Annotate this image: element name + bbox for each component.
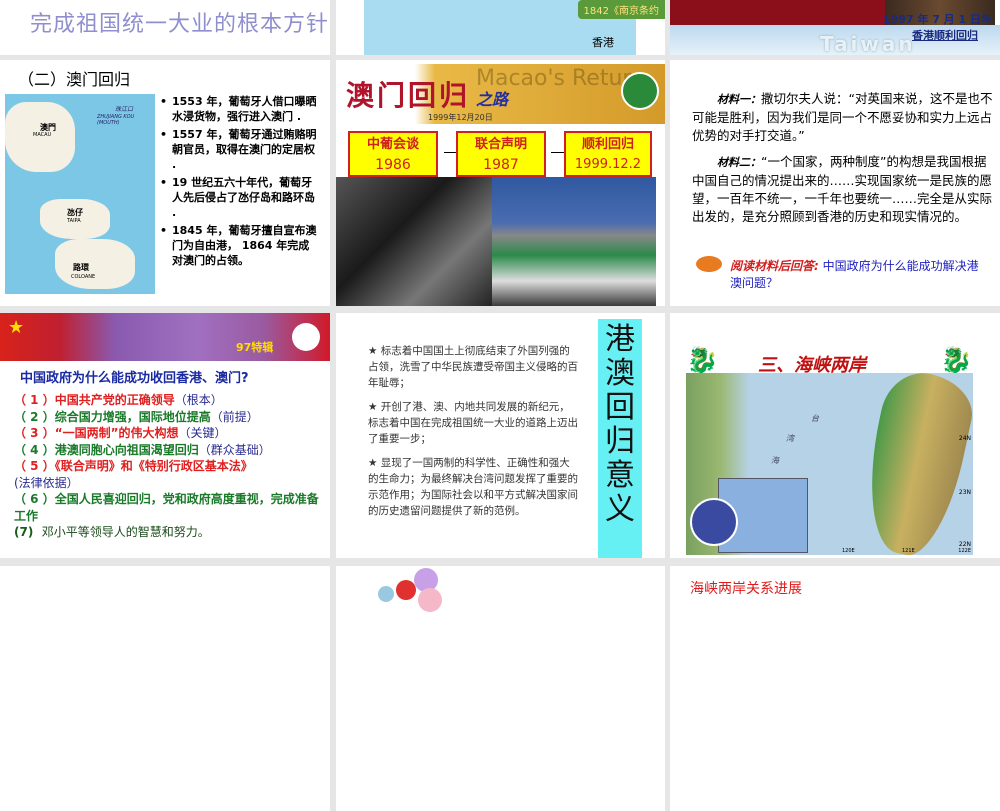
macau-emblem-icon [621, 72, 659, 110]
list-item: (7) 邓小平等领导人的智慧和努力。 [14, 525, 210, 539]
historic-photo [336, 177, 492, 306]
slide-thumbnail-4[interactable]: （二）澳门回归 澳門 MACAU 珠江口 ZHUJIANG KOU (MOUTH… [0, 60, 330, 306]
slide-thumbnail-2[interactable]: 香港 1842《南京条约 [336, 0, 665, 55]
bullet-item: 1845 年，葡萄牙擅自宣布澳门为自由港， 1864 年完成对澳门的占领。 [160, 223, 320, 268]
list-item: （ 3 ）“一国两制”的伟大构想（关键） [14, 426, 227, 440]
map-label: ZHUJIANG KOU (MOUTH) [97, 114, 135, 126]
slide-thumbnail-11[interactable] [336, 566, 665, 811]
list-item: （ 6 ）全国人民喜迎回归，党和政府高度重视，完成准备工作 [14, 492, 319, 523]
slide-thumbnail-7[interactable]: ★ 97特辑 中国政府为什么能成功收回香港、澳门? （ 1 ）中国共产党的正确领… [0, 313, 330, 558]
date-text: 1999年12月20日 [428, 113, 493, 122]
banner-image [670, 0, 885, 25]
question-text: 阅读材料后回答: 中国政府为什么能成功解决港澳问题？ [730, 259, 979, 290]
map-label: 珠江口 [115, 106, 134, 113]
slide-thumbnail-9[interactable]: 🐉 🐉 三、海峡两岸 台 湾 海 24N 23N 22N 120E 121E 1… [670, 313, 1000, 558]
slide-thumbnail-1[interactable]: 完成祖国统一大业的根本方针 [0, 0, 330, 55]
significance-point: ★ 标志着中国国土上彻底结束了外国列强的占领，洗雪了中华民族遭受帝国主义侵略的百… [368, 345, 578, 389]
timeline-step: 顺利回归 1999.12.2 [564, 131, 652, 177]
watermark-text: Taiwan [820, 32, 916, 55]
significance-text: ★ 标志着中国国土上彻底结束了外国列强的占领，洗雪了中华民族遭受帝国主义侵略的百… [368, 343, 578, 527]
bullet-item: 1553 年，葡萄牙人借口曝晒水浸货物，强行进入澳门 . [160, 94, 320, 124]
map-label: COLOANE [71, 274, 96, 280]
map-label: 路環 [73, 263, 89, 272]
banner-tag: 97特辑 [236, 341, 274, 354]
bauhinia-icon [292, 323, 320, 351]
taiwan-map: 台 湾 海 24N 23N 22N 120E 121E 122E [686, 365, 979, 558]
bullet-item: 19 世纪五六十年代，葡萄牙人先后侵占了氹仔岛和路环岛 . [160, 175, 320, 220]
slide-thumbnail-8[interactable]: ★ 标志着中国国土上彻底结束了外国列强的占领，洗雪了中华民族遭受帝国主义侵略的百… [336, 313, 665, 558]
slide-thumbnail-6[interactable]: 材料一：撒切尔夫人说：“对英国来说，这不是也不可能是胜利，因为我们是同一个不愿妥… [670, 60, 1000, 306]
caption-link[interactable]: 香港顺利回归 [912, 27, 978, 43]
date-text: 1997 年 7 月 1 日年 [882, 13, 992, 26]
banner-image: Macao's Return 澳门回归 之路 1999年12月20日 [336, 64, 665, 124]
vertical-title: 港澳回归意义 [605, 322, 635, 527]
materials-text: 材料一：撒切尔夫人说：“对英国来说，这不是也不可能是胜利，因为我们是同一个不愿妥… [692, 91, 993, 224]
map-label: 氹仔 [67, 208, 83, 217]
list-item: （ 5 ）《联合声明》和《特别行政区基本法》 (法律依据） [14, 459, 253, 490]
map-label: 香港 [592, 36, 614, 49]
slide-thumbnail-10[interactable] [0, 566, 330, 811]
significance-point: ★ 显现了一国两制的科学性、正确性和强大的生命力；为最终解决台湾问题发挥了重要的… [368, 457, 578, 517]
macau-map: 澳門 MACAU 珠江口 ZHUJIANG KOU (MOUTH) 氹仔 TAI… [5, 94, 155, 294]
map-label: TAIPA [67, 218, 81, 224]
dragon-icon: 🐉 [686, 346, 719, 376]
reasons-list: （ 1 ）中国共产党的正确领导（根本） （ 2 ）综合国力增强，国际地位提高（前… [14, 392, 330, 541]
timeline-step: 中葡会谈 1986 [348, 131, 438, 177]
list-item: （ 2 ）综合国力增强，国际地位提高（前提） [14, 409, 259, 424]
slide-thumbnail-12[interactable]: 海峡两岸关系进展 [670, 566, 1000, 811]
history-bullets: 1553 年，葡萄牙人借口曝晒水浸货物，强行进入澳门 . 1557 年，葡萄牙通… [160, 94, 320, 271]
list-item: （ 1 ）中国共产党的正确领导（根本） [14, 393, 223, 407]
emblem-icon [690, 498, 738, 546]
significance-point: ★ 开创了港、澳、内地共同发展的新纪元，标志着中国在完成祖国统一大业的道路上迈出… [368, 401, 578, 445]
slide-heading: 海峡两岸关系进展 [690, 581, 802, 597]
cartoon-icon [696, 256, 722, 272]
banner-title: 澳门回归 [346, 79, 471, 112]
banner-image: ★ 97特辑 [0, 313, 330, 361]
map-label: MACAU [33, 132, 52, 138]
slide-thumbnail-3[interactable]: Taiwan 1997 年 7 月 1 日年 香港顺利回归 [670, 0, 1000, 55]
dragon-icon: 🐉 [940, 346, 973, 376]
slide-heading: （二）澳门回归 [18, 70, 131, 89]
list-item: （ 4 ）港澳同胞心向祖国渴望回归（群众基础） [14, 442, 271, 457]
timeline-step: 联合声明 1987 [456, 131, 546, 177]
slide-question: 中国政府为什么能成功收回香港、澳门? [20, 371, 249, 386]
treaty-label: 1842《南京条约 [577, 0, 665, 19]
banner-title-suffix: 之路 [476, 90, 509, 109]
slide-thumbnail-5[interactable]: Macao's Return 澳门回归 之路 1999年12月20日 中葡会谈 1… [336, 60, 665, 306]
slide-title: 完成祖国统一大业的根本方针 [30, 12, 330, 37]
star-icon: ★ [8, 317, 25, 338]
ceremony-photo [492, 177, 656, 306]
bullet-item: 1557 年，葡萄牙通过贿赂明朝官员，取得在澳门的定居权 . [160, 127, 320, 172]
